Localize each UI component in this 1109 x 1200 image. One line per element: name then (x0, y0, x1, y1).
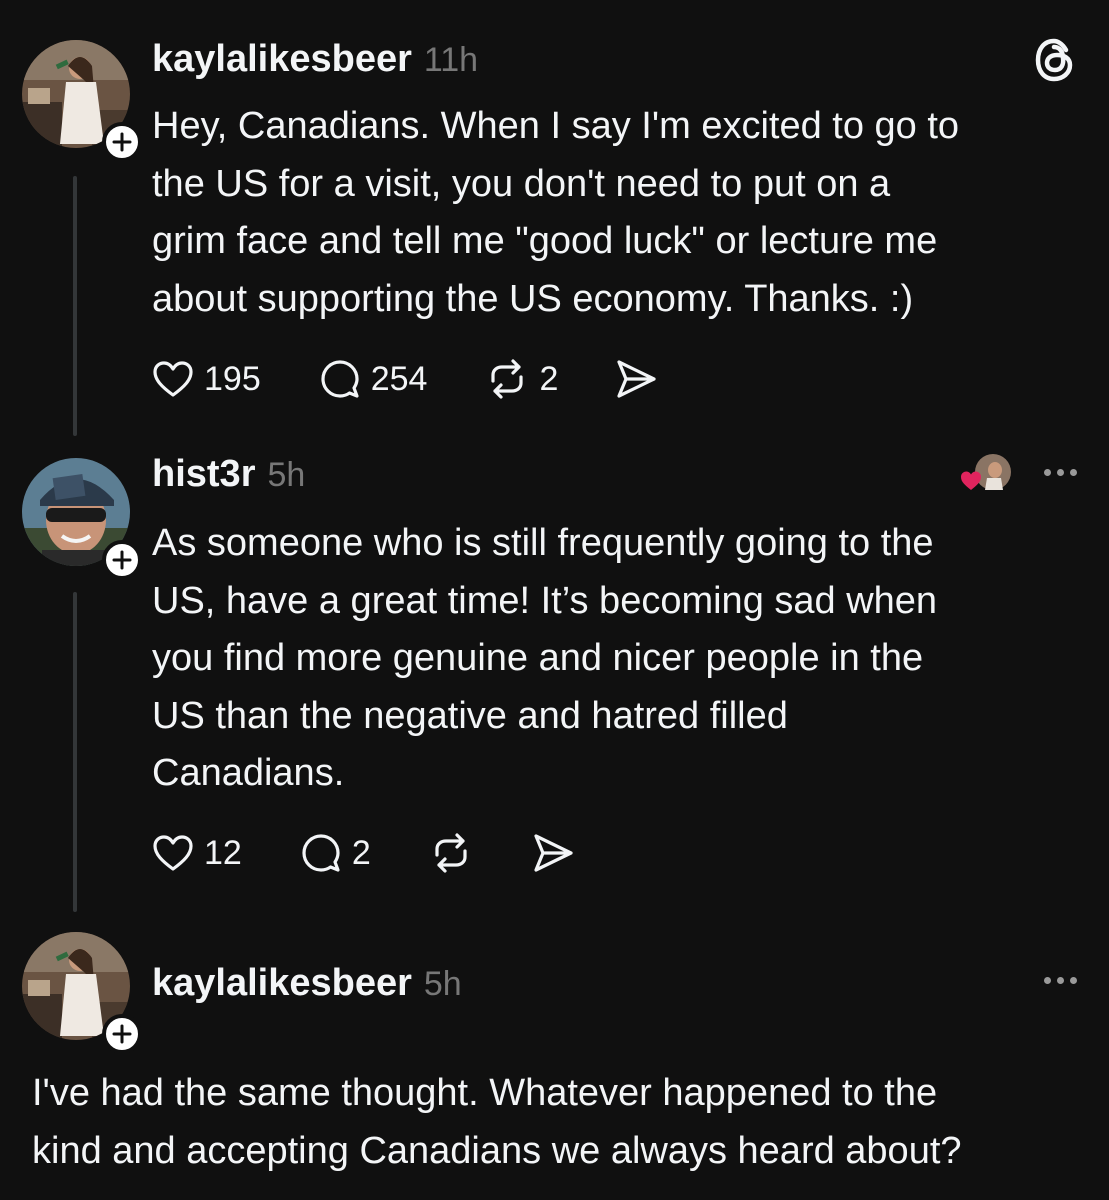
thread-connector-line (73, 592, 77, 912)
avatar-hist3r[interactable] (22, 458, 142, 580)
post-actions: 195 254 2 (152, 357, 658, 401)
heart-icon (153, 361, 193, 397)
follow-button[interactable] (102, 1014, 142, 1054)
plus-icon (112, 550, 132, 570)
send-icon (617, 360, 656, 398)
send-icon (534, 834, 573, 872)
comment-bubble-icon (302, 834, 340, 872)
heart-icon (153, 835, 193, 871)
follow-button[interactable] (102, 540, 142, 580)
more-options-button[interactable] (1044, 462, 1077, 482)
avatar-kaylalikesbeer[interactable] (22, 40, 142, 162)
like-button[interactable]: 195 (152, 360, 261, 399)
comment-bubble-icon (321, 360, 359, 398)
follow-button[interactable] (102, 122, 142, 162)
liked-by-author-avatar (959, 452, 1013, 496)
liked-heart-icon (961, 471, 981, 490)
avatar-kaylalikesbeer[interactable] (22, 932, 142, 1054)
more-dots-icon (1044, 468, 1051, 476)
post-text: I've had the same thought. Whatever happ… (32, 1072, 962, 1172)
reply-button[interactable]: 2 (300, 832, 371, 874)
repost-count: 2 (539, 359, 559, 398)
reply-button[interactable]: 254 (319, 358, 428, 400)
threads-logo-icon[interactable] (1033, 36, 1077, 89)
repost-icon (491, 359, 524, 399)
share-button[interactable] (614, 358, 658, 400)
post-text: As someone who is still frequently going… (152, 522, 938, 794)
username[interactable]: kaylalikesbeer (152, 38, 412, 81)
repost-button[interactable] (429, 833, 473, 873)
repost-icon (435, 833, 467, 873)
post-timestamp: 5h (267, 456, 306, 494)
reply-count: 2 (351, 833, 371, 872)
like-count: 195 (204, 359, 261, 398)
post-timestamp: 11h (423, 41, 479, 79)
username[interactable]: kaylalikesbeer (152, 962, 412, 1005)
plus-icon (112, 1024, 132, 1044)
like-button[interactable]: 12 (152, 834, 242, 873)
more-dots-icon (1044, 976, 1051, 984)
thread-connector-line (73, 176, 77, 436)
reply-count: 254 (370, 359, 428, 398)
share-button[interactable] (531, 832, 575, 874)
post-timestamp: 5h (423, 965, 462, 1003)
username[interactable]: hist3r (152, 453, 255, 496)
more-options-button[interactable] (1044, 970, 1077, 990)
repost-button[interactable]: 2 (485, 359, 558, 399)
plus-icon (112, 132, 132, 152)
post-actions: 12 2 (152, 831, 575, 875)
post-text: Hey, Canadians. When I say I'm excited t… (152, 105, 960, 320)
like-count: 12 (204, 833, 242, 872)
